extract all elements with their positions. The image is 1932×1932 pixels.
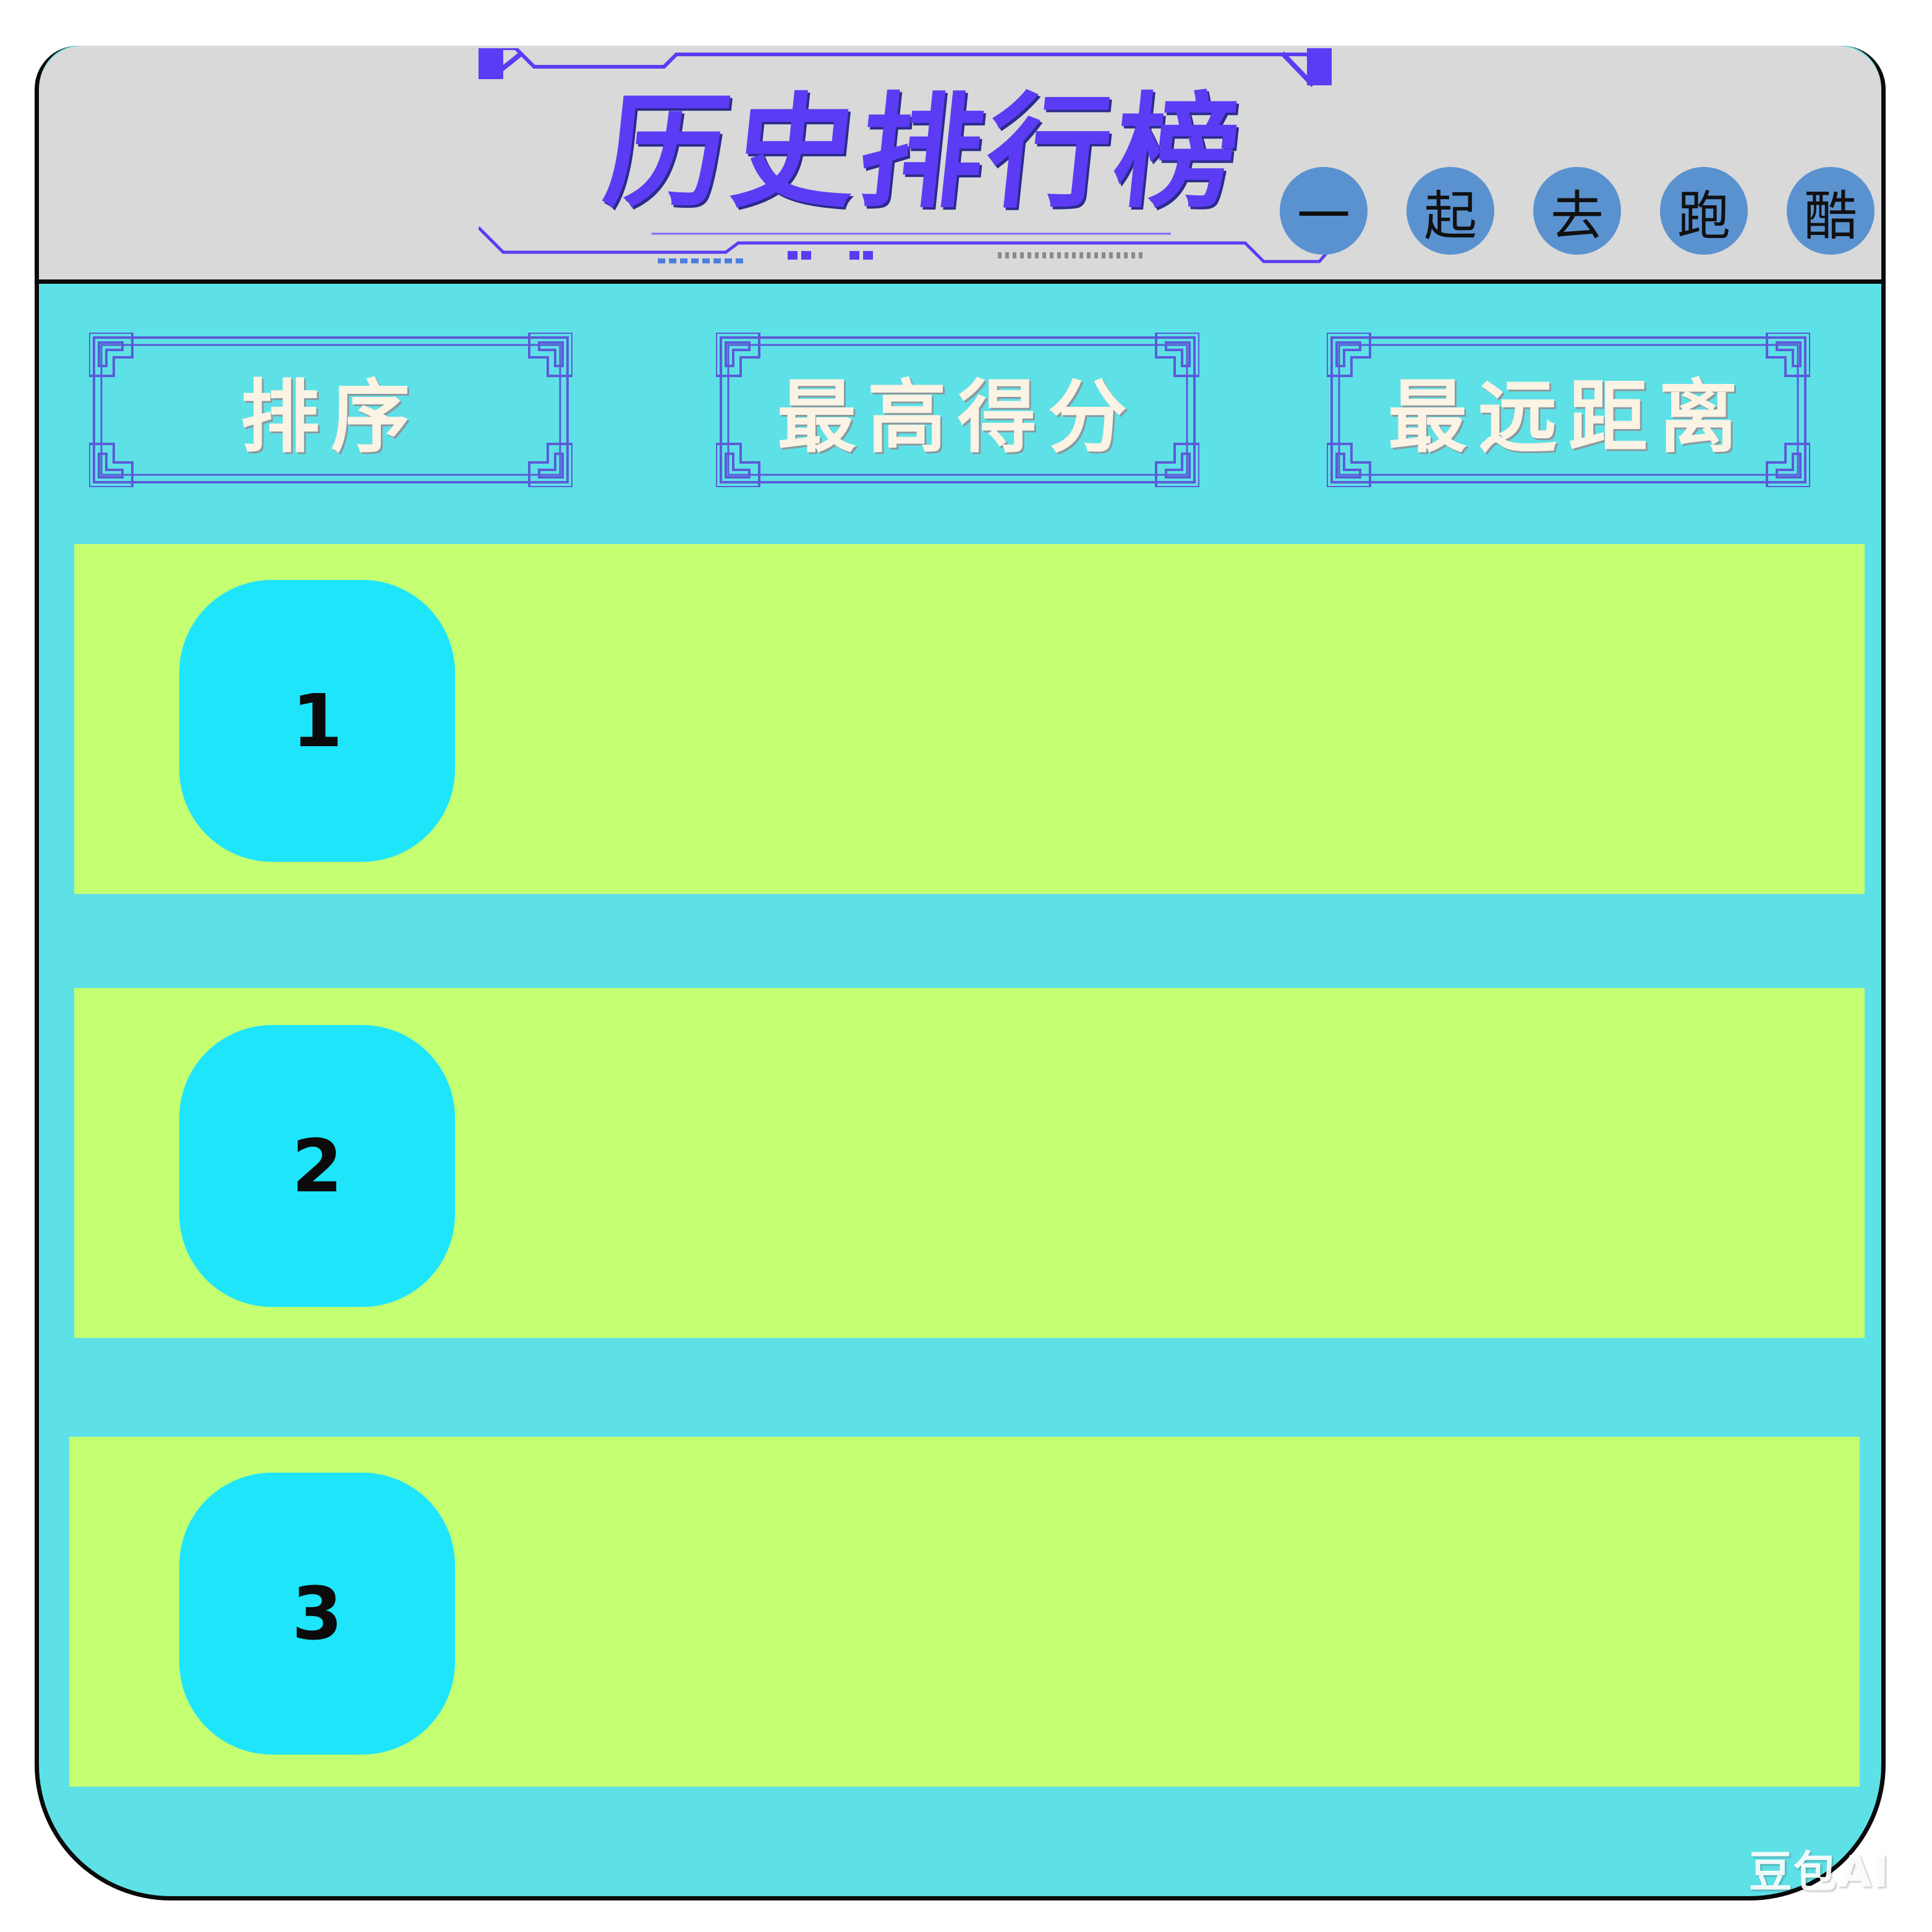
column-header-high-score[interactable]: 最高得分 [716,333,1199,487]
rank-badge: 3 [179,1473,455,1755]
rank-badge: 2 [179,1025,455,1307]
slogan-badge: 一 [1280,167,1368,255]
page-title: 历史排行榜 [597,81,1250,225]
slogan-badges: 一 起 去 跑 酷 [1280,167,1898,260]
title-frame: 历史排行榜 [479,48,1344,271]
leaderboard-row[interactable]: 3 [69,1437,1860,1787]
watermark: 豆包AI [1748,1847,1890,1897]
slogan-badge: 起 [1406,167,1494,255]
rank-badge: 1 [179,580,455,862]
column-label: 最高得分 [777,370,1138,464]
slogan-badge: 跑 [1660,167,1748,255]
slogan-badge: 酷 [1787,167,1875,255]
column-label: 排序 [240,370,421,464]
slogan-badge: 去 [1533,167,1621,255]
column-label: 最远距离 [1387,370,1749,464]
column-header-farthest-distance[interactable]: 最远距离 [1327,333,1810,487]
leaderboard-row[interactable]: 1 [74,544,1865,894]
leaderboard-row[interactable]: 2 [74,988,1865,1338]
column-header-rank[interactable]: 排序 [89,333,572,487]
